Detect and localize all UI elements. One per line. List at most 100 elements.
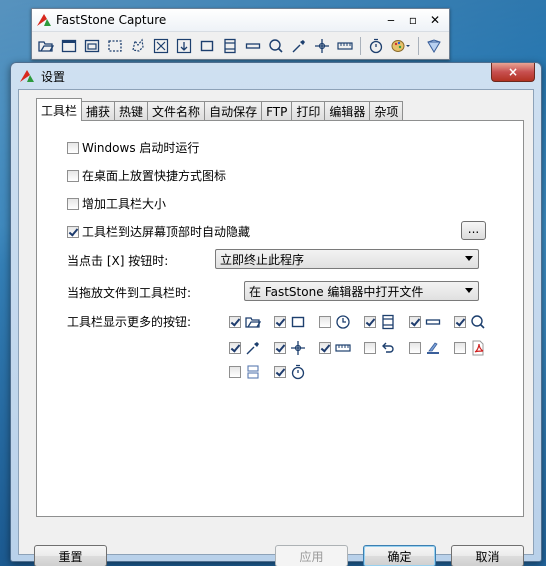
checkbox[interactable] [319, 342, 331, 354]
more-button-item[interactable] [274, 313, 307, 331]
scrolling-window-icon[interactable] [174, 36, 194, 56]
rectangle-region-icon[interactable] [105, 36, 125, 56]
checkbox[interactable] [229, 316, 241, 328]
tab-misc[interactable]: 杂项 [369, 101, 404, 121]
settings-icon[interactable] [424, 36, 444, 56]
faststone-toolbar-window[interactable]: FastStone Capture ‒ ▫ ✕ [31, 8, 450, 60]
pdf-icon [469, 339, 487, 357]
settings-dialog[interactable]: 设置 × 工具栏 捕获 热键 文件名称 自动保存 FTP 打印 编辑器 杂项 W… [10, 62, 542, 566]
crosshair-icon[interactable] [312, 36, 332, 56]
dialog-title: 设置 [41, 69, 66, 84]
dialog-titlebar[interactable]: 设置 [11, 63, 541, 89]
magnifier-icon[interactable] [266, 36, 286, 56]
checkbox[interactable] [319, 316, 331, 328]
close-click-label: 当点击 [X] 按钮时: [67, 254, 169, 268]
checkbox[interactable] [274, 366, 286, 378]
tab-toolbar[interactable]: 工具栏 [36, 98, 83, 121]
toolbar-separator [360, 36, 361, 55]
more-button-item[interactable] [454, 313, 487, 331]
toolbar-title: FastStone Capture [56, 13, 167, 27]
option-label: 在桌面上放置快捷方式图标 [82, 169, 227, 183]
option-label: 增加工具栏大小 [82, 197, 167, 211]
option-row-start-with-windows[interactable]: Windows 启动时运行 [67, 139, 199, 156]
tab-filename[interactable]: 文件名称 [147, 101, 206, 121]
checkbox[interactable] [454, 342, 466, 354]
minus-bar-icon [424, 313, 442, 331]
close-icon[interactable]: ✕ [429, 13, 441, 27]
timer-icon[interactable] [366, 36, 386, 56]
video-recorder-icon[interactable] [220, 36, 240, 56]
drop-file-select[interactable]: 在 FastStone 编辑器中打开文件 [244, 281, 479, 301]
apply-button[interactable]: 应用 [275, 545, 348, 566]
fixed-region-icon[interactable] [197, 36, 217, 56]
crosshair-icon [289, 339, 307, 357]
drop-file-label: 当拖放文件到工具栏时: [67, 286, 192, 300]
checkbox[interactable] [67, 197, 79, 210]
close-click-value: 立即终止此程序 [220, 252, 305, 267]
checkbox[interactable] [229, 366, 241, 378]
more-button-item[interactable] [274, 339, 307, 357]
checkbox[interactable] [364, 342, 376, 354]
close-click-select[interactable]: 立即终止此程序 [215, 249, 479, 269]
more-button-item[interactable] [229, 363, 262, 381]
undo-arrow-icon [379, 339, 397, 357]
freehand-region-icon[interactable] [128, 36, 148, 56]
option-label: Windows 启动时运行 [82, 141, 200, 155]
tab-ftp[interactable]: FTP [261, 101, 293, 121]
more-button-item[interactable] [409, 313, 442, 331]
option-row-large-toolbar[interactable]: 增加工具栏大小 [67, 195, 166, 212]
more-button-item[interactable] [409, 339, 442, 357]
minimize-icon[interactable]: ‒ [385, 13, 397, 27]
more-button-item[interactable] [319, 313, 352, 331]
checkbox[interactable] [454, 316, 466, 328]
active-window-icon[interactable] [59, 36, 79, 56]
more-button-item[interactable] [454, 339, 487, 357]
chevron-down-icon [465, 288, 473, 293]
checkbox[interactable] [409, 316, 421, 328]
output-menu-icon[interactable] [389, 36, 413, 56]
tab-hotkeys[interactable]: 热键 [114, 101, 149, 121]
scanner-icon [424, 339, 442, 357]
toolbar-icons [32, 31, 449, 59]
split-window-icon [244, 363, 262, 381]
color-picker-icon[interactable] [289, 36, 309, 56]
checkbox[interactable] [67, 225, 79, 238]
option-label: 工具栏到达屏幕顶部时自动隐藏 [82, 225, 251, 239]
auto-hide-options-button[interactable]: ... [461, 221, 486, 240]
tab-print[interactable]: 打印 [291, 101, 326, 121]
checkbox[interactable] [67, 141, 79, 154]
more-button-item[interactable] [364, 339, 397, 357]
checkbox[interactable] [229, 342, 241, 354]
dialog-close-button[interactable]: × [491, 63, 535, 82]
ok-button[interactable]: 确定 [363, 545, 436, 566]
tab-autosave[interactable]: 自动保存 [204, 101, 263, 121]
more-button-item[interactable] [319, 339, 352, 357]
checkbox[interactable] [409, 342, 421, 354]
window-object-icon[interactable] [82, 36, 102, 56]
more-button-item[interactable] [364, 313, 397, 331]
checkbox[interactable] [274, 316, 286, 328]
full-screen-icon[interactable] [151, 36, 171, 56]
option-row-auto-hide[interactable]: 工具栏到达屏幕顶部时自动隐藏 [67, 223, 250, 240]
more-button-item[interactable] [229, 313, 262, 331]
minus-icon[interactable] [243, 36, 263, 56]
open-folder-icon [244, 313, 262, 331]
chevron-down-icon [465, 256, 473, 261]
checkbox[interactable] [364, 316, 376, 328]
reset-button[interactable]: 重置 [34, 545, 107, 566]
tab-capture[interactable]: 捕获 [81, 101, 116, 121]
option-row-desktop-shortcut[interactable]: 在桌面上放置快捷方式图标 [67, 167, 226, 184]
timer-icon [289, 363, 307, 381]
more-button-item[interactable] [274, 363, 307, 381]
more-buttons-label: 工具栏显示更多的按钮: [67, 315, 192, 329]
toolbar-titlebar[interactable]: FastStone Capture ‒ ▫ ✕ [32, 9, 449, 31]
cancel-button[interactable]: 取消 [451, 545, 524, 566]
maximize-icon[interactable]: ▫ [407, 13, 419, 27]
tab-editor[interactable]: 编辑器 [324, 101, 371, 121]
checkbox[interactable] [274, 342, 286, 354]
ruler-icon[interactable] [335, 36, 355, 56]
checkbox[interactable] [67, 169, 79, 182]
more-button-item[interactable] [229, 339, 262, 357]
open-folder-icon[interactable] [36, 36, 56, 56]
dialog-body: 工具栏 捕获 热键 文件名称 自动保存 FTP 打印 编辑器 杂项 Window… [18, 89, 534, 566]
